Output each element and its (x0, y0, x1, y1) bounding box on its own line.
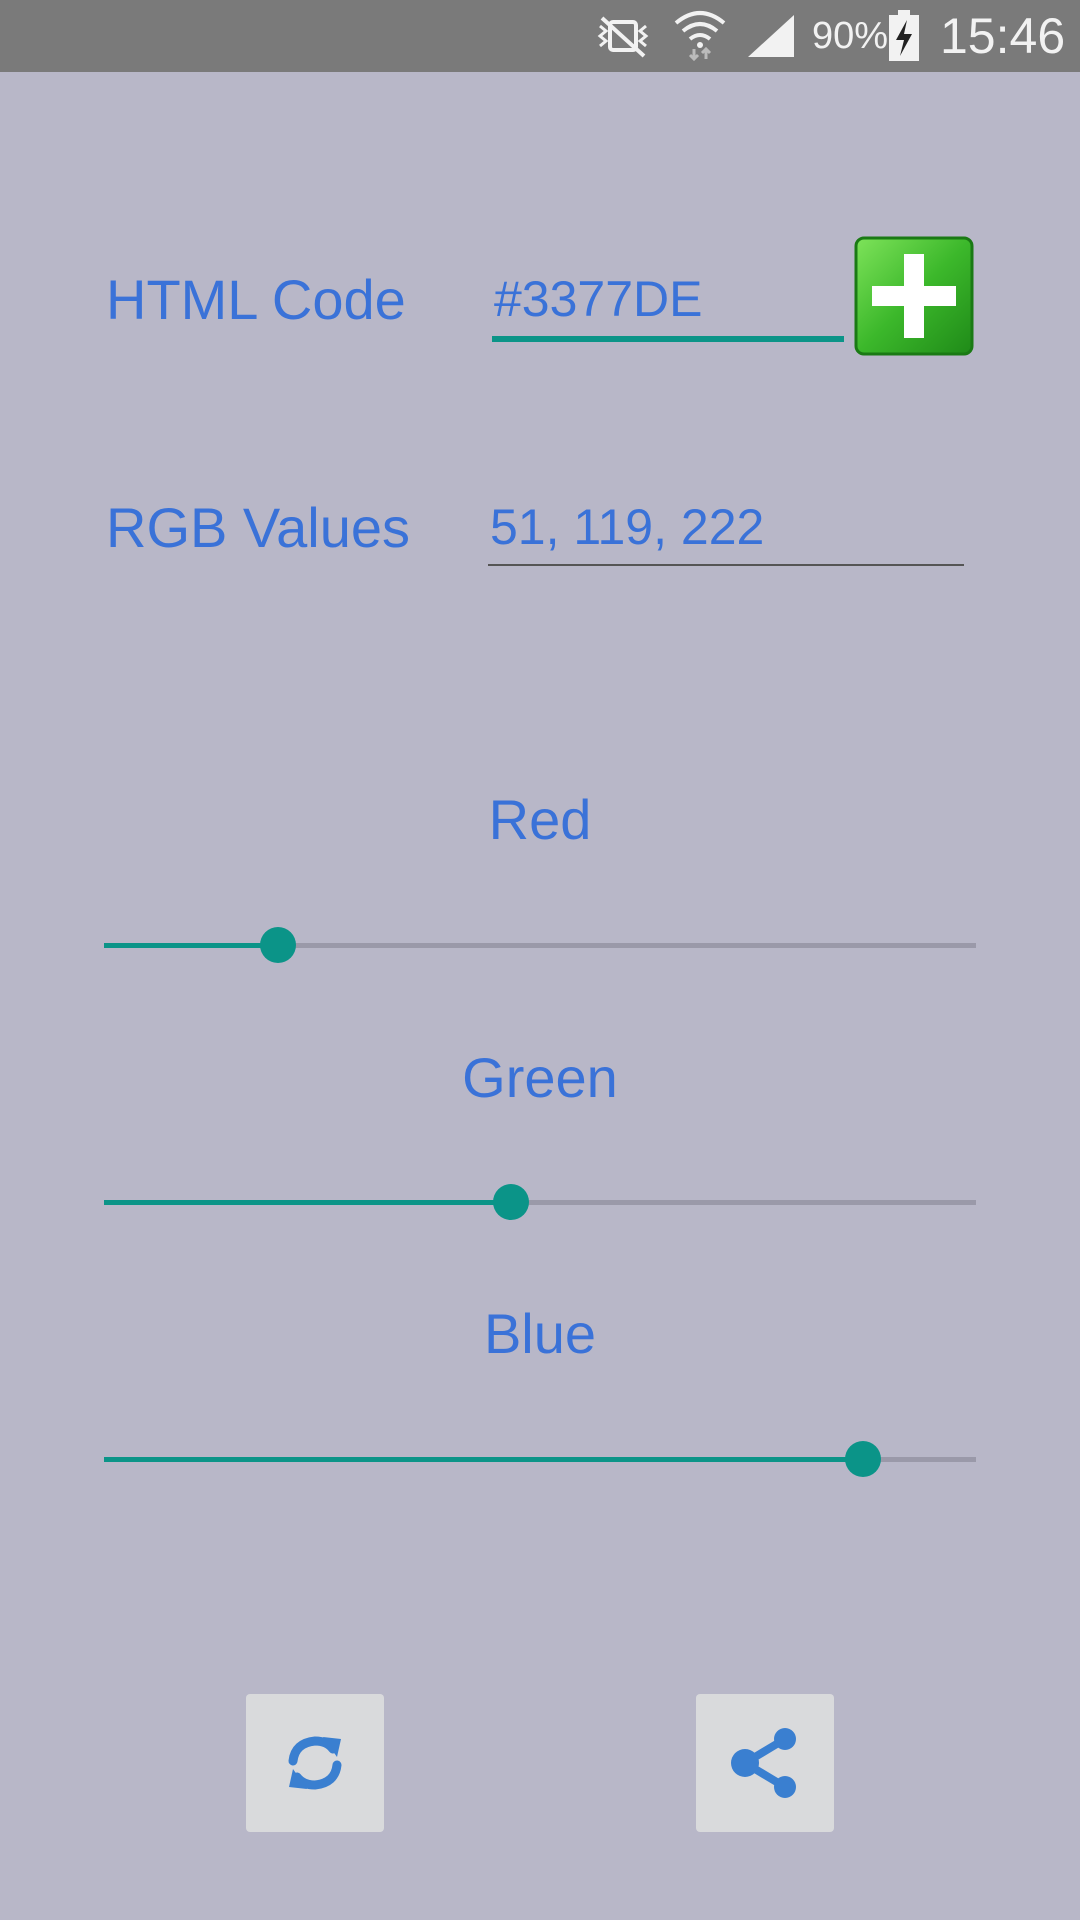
red-slider[interactable] (104, 925, 976, 965)
blue-slider[interactable] (104, 1439, 976, 1479)
status-bar: 90% 15:46 (0, 0, 1080, 72)
slider-thumb[interactable] (845, 1441, 881, 1477)
slider-fill (104, 1457, 863, 1462)
rgb-values-underline (488, 564, 964, 566)
battery-percent: 90% (812, 14, 889, 57)
slider-fill (104, 943, 278, 948)
html-code-label: HTML Code (106, 268, 406, 331)
red-label: Red (488, 788, 592, 851)
signal-icon (746, 0, 800, 72)
app-screen: 90% 15:46 HTML Code #3377DE RGB Values 5… (0, 0, 1080, 1920)
blue-label: Blue (483, 1302, 597, 1365)
vibrate-icon (588, 0, 662, 72)
battery-charging-icon (888, 0, 922, 72)
slider-fill (104, 1200, 511, 1205)
green-slider[interactable] (104, 1182, 976, 1222)
rgb-values-label: RGB Values (106, 496, 410, 559)
html-code-input[interactable]: #3377DE (494, 274, 703, 324)
green-label: Green (462, 1046, 618, 1109)
refresh-button[interactable] (246, 1694, 384, 1832)
share-icon (731, 1728, 796, 1798)
clock: 15:46 (940, 8, 1066, 64)
rgb-values-input[interactable]: 51, 119, 222 (490, 502, 764, 552)
refresh-icon (288, 1736, 342, 1790)
slider-thumb[interactable] (493, 1184, 529, 1220)
add-color-button[interactable] (854, 236, 974, 356)
plus-icon (854, 236, 974, 356)
wifi-icon (672, 0, 730, 72)
slider-thumb[interactable] (260, 927, 296, 963)
html-code-underline (492, 336, 844, 342)
share-button[interactable] (696, 1694, 834, 1832)
